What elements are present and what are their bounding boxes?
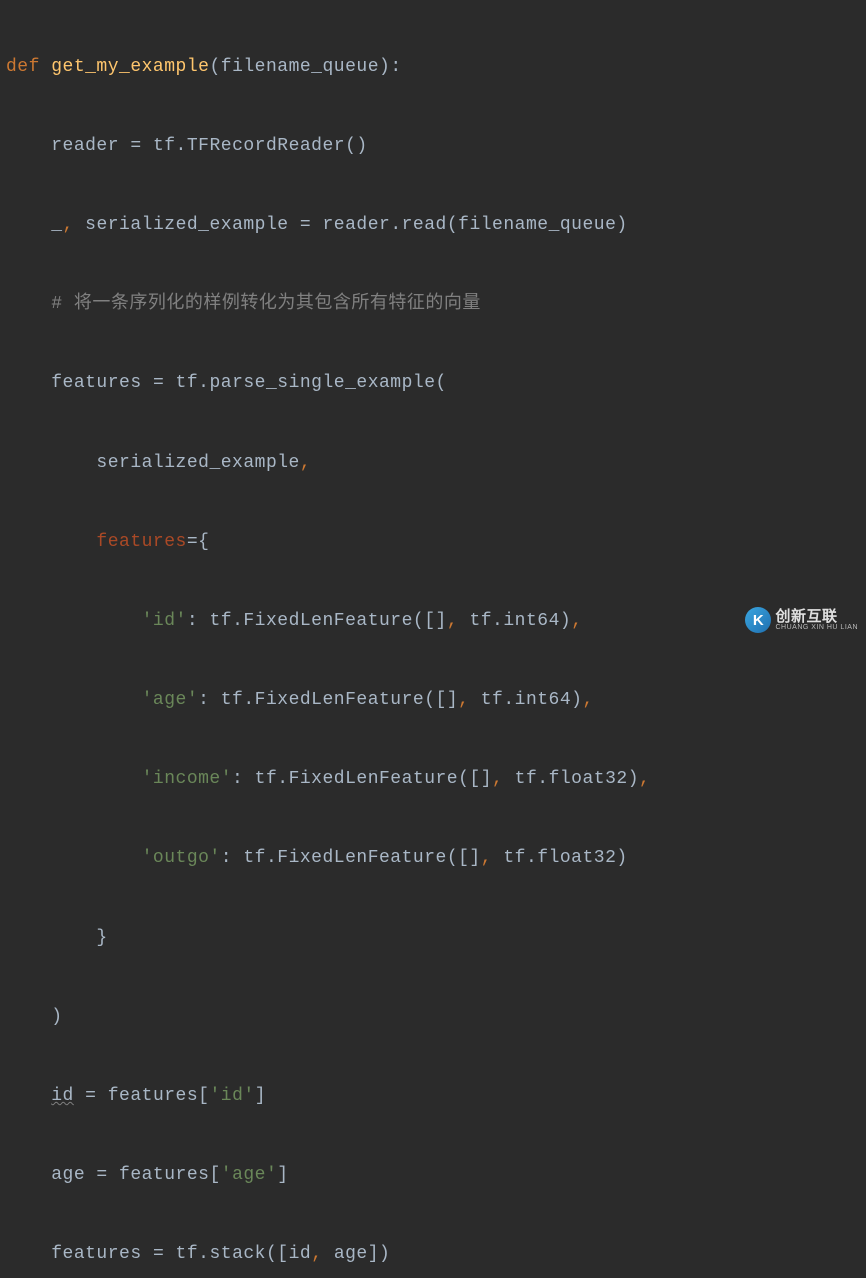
variable-id: id <box>51 1086 74 1106</box>
code-line: id = features['id'] <box>6 1077 866 1117</box>
string-literal: 'id' <box>142 611 187 631</box>
string-literal: 'income' <box>142 769 232 789</box>
watermark: K 创新互联 CHUANG XIN HU LIAN <box>745 607 858 633</box>
string-literal: 'outgo' <box>142 848 221 868</box>
variable: reader <box>51 136 119 156</box>
comment: # 将一条序列化的样例转化为其包含所有特征的向量 <box>51 294 481 314</box>
paren: ) <box>379 57 390 77</box>
param: filename_queue <box>221 57 379 77</box>
code-line: features = tf.parse_single_example( <box>6 364 866 404</box>
function-name: get_my_example <box>51 57 209 77</box>
code-line-comment: # 将一条序列化的样例转化为其包含所有特征的向量 <box>6 285 866 325</box>
code-line: features={ <box>6 523 866 563</box>
code-line: age = features['age'] <box>6 1156 866 1196</box>
code-line: serialized_example, <box>6 444 866 484</box>
code-line: 'id': tf.FixedLenFeature([], tf.int64), <box>6 602 866 642</box>
code-line: _, serialized_example = reader.read(file… <box>6 206 866 246</box>
code-line: features = tf.stack([id, age]) <box>6 1235 866 1275</box>
code-line: 'outgo': tf.FixedLenFeature([], tf.float… <box>6 839 866 879</box>
named-argument: features <box>96 532 186 552</box>
watermark-cn: 创新互联 <box>775 609 858 624</box>
string-literal: 'age' <box>142 690 199 710</box>
colon: : <box>390 57 401 77</box>
code-line: 'income': tf.FixedLenFeature([], tf.floa… <box>6 760 866 800</box>
watermark-text: 创新互联 CHUANG XIN HU LIAN <box>775 609 858 631</box>
code-line: reader = tf.TFRecordReader() <box>6 127 866 167</box>
code-line: def get_my_example(filename_queue): <box>6 48 866 88</box>
watermark-logo-icon: K <box>745 607 771 633</box>
code-line: 'age': tf.FixedLenFeature([], tf.int64), <box>6 681 866 721</box>
paren: ( <box>209 57 220 77</box>
keyword-def: def <box>6 57 40 77</box>
watermark-pinyin: CHUANG XIN HU LIAN <box>775 624 858 631</box>
code-line: } <box>6 919 866 959</box>
code-line: ) <box>6 998 866 1038</box>
code-editor: def get_my_example(filename_queue): read… <box>0 0 866 1278</box>
